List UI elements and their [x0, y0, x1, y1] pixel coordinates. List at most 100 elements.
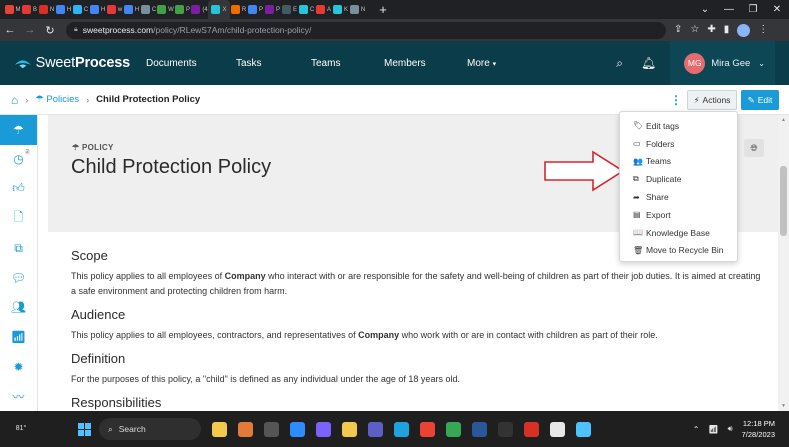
- browser-tab[interactable]: H: [55, 0, 72, 19]
- sidebar-item-approvals[interactable]: 👍︎: [0, 174, 37, 204]
- tray-overflow-icon[interactable]: ⌃: [693, 425, 700, 434]
- wifi-icon[interactable]: 📶︎: [708, 425, 718, 434]
- home-icon[interactable]: ⌂: [11, 93, 18, 107]
- zoom-icon[interactable]: [290, 421, 305, 437]
- profile-avatar[interactable]: [737, 23, 751, 37]
- page-scrollbar[interactable]: ▲ ▼: [778, 115, 789, 411]
- chrome-icon[interactable]: [420, 421, 435, 437]
- file-explorer-icon[interactable]: [212, 421, 227, 437]
- menu-item-share[interactable]: ➦ Share: [620, 188, 737, 206]
- browser-tab[interactable]: P: [174, 0, 191, 19]
- actions-button[interactable]: ⚡︎ Actions: [687, 90, 737, 110]
- menu-item-edit-tags[interactable]: 🏷 Edit tags: [620, 117, 737, 135]
- browser-tab[interactable]: M: [4, 0, 21, 19]
- sidebar-item-copies[interactable]: ⧉: [0, 233, 37, 263]
- browser-tab[interactable]: K: [332, 0, 349, 19]
- sidebar-toggle-icon[interactable]: ▮: [724, 24, 730, 37]
- scroll-down-icon[interactable]: ▼: [778, 403, 789, 409]
- sweetprocess-logo[interactable]: SweetProcess: [14, 55, 130, 71]
- browser-tab[interactable]: H: [123, 0, 140, 19]
- browser-tab[interactable]: R: [230, 0, 247, 19]
- browser-tab[interactable]: P: [247, 0, 264, 19]
- menu-item-move-to-recycle-bin[interactable]: 🗑 Move to Recycle Bin: [620, 242, 737, 260]
- task-view-icon[interactable]: [264, 421, 279, 437]
- browser-tab[interactable]: E: [281, 0, 298, 19]
- sidebar-item-comments[interactable]: 💬︎: [0, 263, 37, 293]
- clock-date: 7/28/2023: [741, 430, 775, 439]
- extensions-icon[interactable]: ✚: [707, 24, 715, 37]
- bell-icon[interactable]: 🔔︎: [641, 56, 656, 70]
- breadcrumb-policies[interactable]: ☂︎ Policies: [35, 94, 79, 105]
- word-icon[interactable]: [472, 421, 487, 437]
- menu-item-export[interactable]: ▤ Export: [620, 206, 737, 224]
- weather-widget[interactable]: 81°: [0, 424, 42, 434]
- minimize-button[interactable]: —: [717, 0, 741, 19]
- edit-button[interactable]: ✎ Edit: [741, 90, 779, 110]
- tab-list: M B N H C Hw H C W P (4 X R P P E C A K N: [4, 0, 366, 19]
- maximize-button[interactable]: ❐: [741, 0, 765, 19]
- forward-button[interactable]: →: [20, 24, 40, 36]
- browser-tab[interactable]: (4: [191, 0, 208, 19]
- reload-button[interactable]: ↻: [40, 24, 60, 37]
- browser-tab[interactable]: X: [208, 0, 230, 19]
- menu-item-duplicate[interactable]: ⧉ Duplicate: [620, 170, 737, 188]
- back-button[interactable]: ←: [0, 24, 20, 36]
- teams-icon[interactable]: [368, 421, 383, 437]
- edge-icon[interactable]: [394, 421, 409, 437]
- menu-item-folders[interactable]: ▭ Folders: [620, 135, 737, 153]
- sidebar-item-documents[interactable]: 🗋: [0, 204, 37, 234]
- browser-tab[interactable]: w: [106, 0, 123, 19]
- breadcrumb-current: Child Protection Policy: [96, 94, 201, 105]
- pdf-icon[interactable]: [524, 421, 539, 437]
- paint-icon[interactable]: [576, 421, 591, 437]
- user-menu[interactable]: MG Mira Gee ⌄: [670, 41, 775, 85]
- share-page-icon[interactable]: ⇪: [674, 24, 682, 37]
- bookmark-star-icon[interactable]: ☆: [690, 24, 699, 37]
- browser-tab[interactable]: C: [72, 0, 89, 19]
- nav-teams[interactable]: Teams: [311, 58, 340, 69]
- clock[interactable]: 12:18 PM 7/28/2023: [742, 418, 775, 440]
- browser-tab[interactable]: C: [140, 0, 157, 19]
- browser-tab[interactable]: W: [157, 0, 174, 19]
- nav-more[interactable]: More ▾: [467, 58, 496, 69]
- volume-icon[interactable]: 🔊︎: [728, 424, 733, 434]
- tab-search-button[interactable]: ⌄: [693, 0, 717, 19]
- search-icon[interactable]: ⌕: [616, 56, 623, 71]
- new-tab-button[interactable]: +: [374, 2, 392, 17]
- sidebar-item-team[interactable]: 👥︎: [0, 293, 37, 323]
- tab-label: C: [309, 6, 315, 13]
- address-bar[interactable]: 🔒︎ sweetprocess.com /policy/RLewS7Am/chi…: [66, 21, 666, 39]
- sidebar-item-policies[interactable]: ☂︎: [0, 115, 37, 145]
- tab-favicon-icon: [174, 5, 184, 14]
- browser-tab[interactable]: P: [264, 0, 281, 19]
- browser-tab[interactable]: B: [21, 0, 38, 19]
- sidebar-item-activity[interactable]: 〰: [0, 381, 37, 411]
- nav-tasks[interactable]: Tasks: [236, 58, 262, 69]
- browser-tab[interactable]: H: [89, 0, 106, 19]
- widgets-icon[interactable]: [238, 421, 253, 437]
- notes-icon[interactable]: [550, 421, 565, 437]
- windows-start-icon[interactable]: [78, 422, 91, 436]
- browser-tab[interactable]: N: [349, 0, 366, 19]
- browser-menu-icon[interactable]: ⋮: [758, 24, 768, 37]
- app-icon[interactable]: [498, 421, 513, 437]
- scroll-thumb[interactable]: [780, 166, 787, 236]
- scroll-up-icon[interactable]: ▲: [778, 117, 789, 123]
- browser-tab[interactable]: N: [38, 0, 55, 19]
- sidebar-item-settings[interactable]: ✹: [0, 352, 37, 382]
- browser-tab[interactable]: C: [298, 0, 315, 19]
- taskbar-search[interactable]: ⌕ Search: [99, 418, 201, 440]
- folder-icon[interactable]: [342, 421, 357, 437]
- globe-icon[interactable]: 🌐︎: [744, 139, 764, 157]
- maps-icon[interactable]: [446, 421, 461, 437]
- menu-item-teams[interactable]: 👥 Teams: [620, 153, 737, 171]
- menu-item-knowledge-base[interactable]: 📖 Knowledge Base: [620, 224, 737, 242]
- sidebar-item-history[interactable]: ◷ 2: [0, 145, 37, 175]
- browser-tab[interactable]: A: [315, 0, 332, 19]
- nav-documents[interactable]: Documents: [146, 58, 197, 69]
- close-window-button[interactable]: ✕: [765, 0, 789, 19]
- nav-members[interactable]: Members: [384, 58, 426, 69]
- sidebar-item-stats[interactable]: 📶︎: [0, 322, 37, 352]
- more-options-icon[interactable]: ⋮: [670, 93, 682, 107]
- video-icon[interactable]: [316, 421, 331, 437]
